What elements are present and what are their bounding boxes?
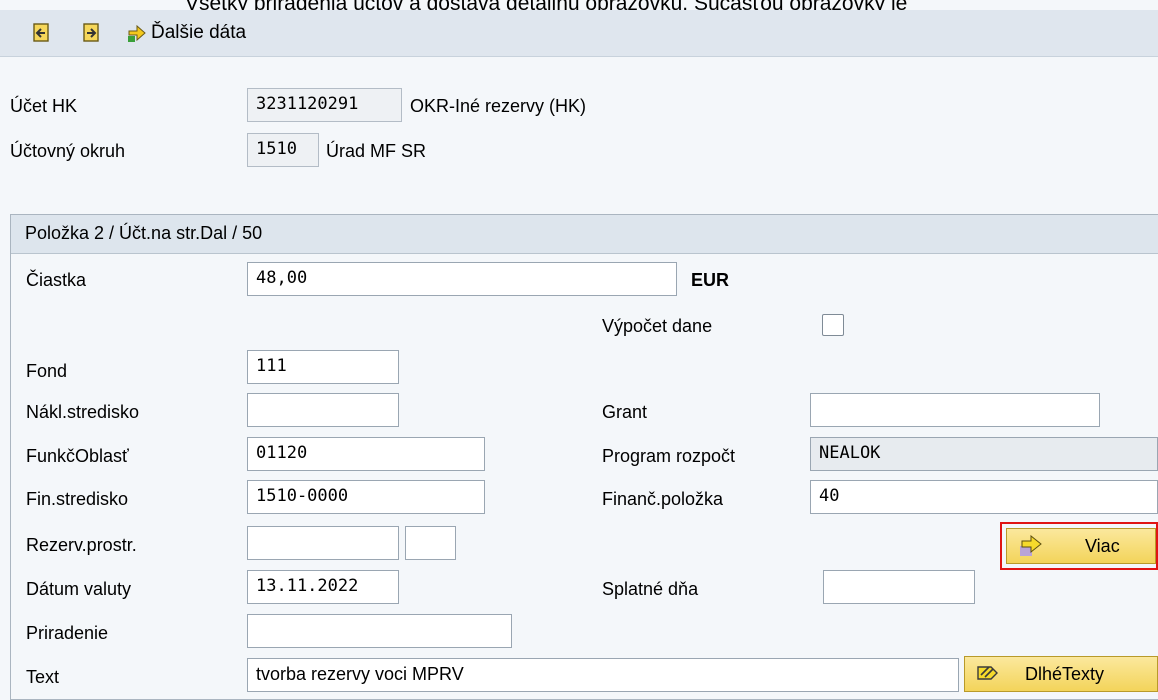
value-date-label: Dátum valuty — [26, 579, 132, 599]
text-label: Text — [26, 667, 60, 687]
account-label: Účet HK — [10, 96, 78, 116]
budget-program-field: NEALOK — [810, 437, 1158, 471]
functional-area-label: FunkčOblasť — [26, 446, 129, 466]
grant-input[interactable] — [810, 393, 1100, 427]
fin-center-input[interactable]: 1510-0000 — [247, 480, 485, 514]
previous-item-icon — [33, 23, 49, 42]
company-code-description: Úrad MF SR — [326, 141, 427, 161]
account-field: 3231120291 — [247, 88, 402, 122]
company-code-label: Účtovný okruh — [10, 141, 126, 161]
tax-calc-label: Výpočet dane — [602, 316, 713, 336]
account-description: OKR-Iné rezervy (HK) — [410, 96, 587, 116]
reserve-funds-item-input[interactable] — [405, 526, 456, 560]
next-item-button[interactable] — [82, 21, 102, 45]
tax-calc-checkbox[interactable] — [822, 314, 844, 336]
fund-label: Fond — [26, 361, 68, 381]
reserve-funds-label: Rezerv.prostr. — [26, 535, 137, 555]
long-text-icon — [977, 666, 998, 680]
company-code-field: 1510 — [247, 133, 319, 167]
assignment-input[interactable] — [247, 614, 512, 648]
text-input[interactable]: tvorba rezervy voci MPRV — [247, 658, 959, 692]
grant-label: Grant — [602, 402, 648, 422]
long-texts-label: DlhéTexty — [1025, 664, 1105, 684]
due-days-input[interactable] — [823, 570, 975, 604]
currency-label: EUR — [691, 270, 730, 290]
next-item-icon — [83, 23, 99, 42]
toolbar: Ďalšie dáta — [0, 10, 1158, 57]
section-header: Položka 2 / Účt.na str.Dal / 50 — [11, 215, 1158, 254]
budget-program-label: Program rozpočt — [602, 446, 736, 466]
cost-center-label: Nákl.stredisko — [26, 402, 140, 422]
reserve-funds-input[interactable] — [247, 526, 399, 560]
arrow-right-icon — [128, 24, 146, 42]
value-date-input[interactable]: 13.11.2022 — [247, 570, 399, 604]
fin-item-input[interactable]: 40 — [810, 480, 1158, 514]
long-texts-button[interactable]: DlhéTexty — [964, 656, 1158, 692]
more-button[interactable]: Viac — [1006, 528, 1156, 564]
more-button-label: Viac — [1085, 536, 1120, 556]
due-days-label: Splatné dňa — [602, 579, 699, 599]
more-data-button[interactable]: Ďalšie dáta — [127, 21, 246, 45]
functional-area-input[interactable]: 01120 — [247, 437, 485, 471]
cost-center-input[interactable] — [247, 393, 399, 427]
previous-item-button[interactable] — [32, 21, 52, 45]
fin-center-label: Fin.stredisko — [26, 489, 129, 509]
assignment-label: Priradenie — [26, 623, 109, 643]
fund-input[interactable]: 111 — [247, 350, 399, 384]
fin-item-label: Finanč.položka — [602, 489, 724, 509]
section-title: Položka 2 / Účt.na str.Dal / 50 — [25, 223, 263, 243]
amount-input[interactable]: 48,00 — [247, 262, 677, 296]
arrow-right-icon — [1020, 535, 1042, 556]
amount-label: Čiastka — [26, 270, 87, 290]
more-data-label: Ďalšie dáta — [151, 22, 247, 43]
